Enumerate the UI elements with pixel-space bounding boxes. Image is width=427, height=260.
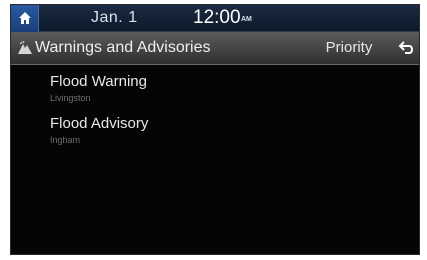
date-display: Jan. 1 [91,9,138,26]
home-icon [19,12,31,24]
infotainment-screen: Jan. 1 12:00 AM Warnings and Advisories … [10,4,420,255]
page-title: Warnings and Advisories [35,39,211,56]
back-button[interactable] [391,32,419,64]
warning-title: Flood Advisory [50,115,149,132]
status-bar: Jan. 1 12:00 AM [11,5,419,32]
time-display: 12:00 [193,7,241,28]
warning-title: Flood Warning [50,73,147,90]
warning-location: Ingham [50,135,81,145]
ampm-indicator: AM [241,16,252,23]
alert-icon [18,41,32,54]
list-item[interactable]: Flood Advisory Ingham [11,107,419,149]
priority-button[interactable]: Priority [313,36,385,60]
back-arrow-icon [398,41,414,54]
home-button[interactable] [11,5,39,32]
title-bar: Warnings and Advisories Priority [11,32,419,65]
warnings-list: Flood Warning Livingston Flood Advisory … [11,65,419,149]
list-item[interactable]: Flood Warning Livingston [11,65,419,107]
warning-location: Livingston [50,93,91,103]
